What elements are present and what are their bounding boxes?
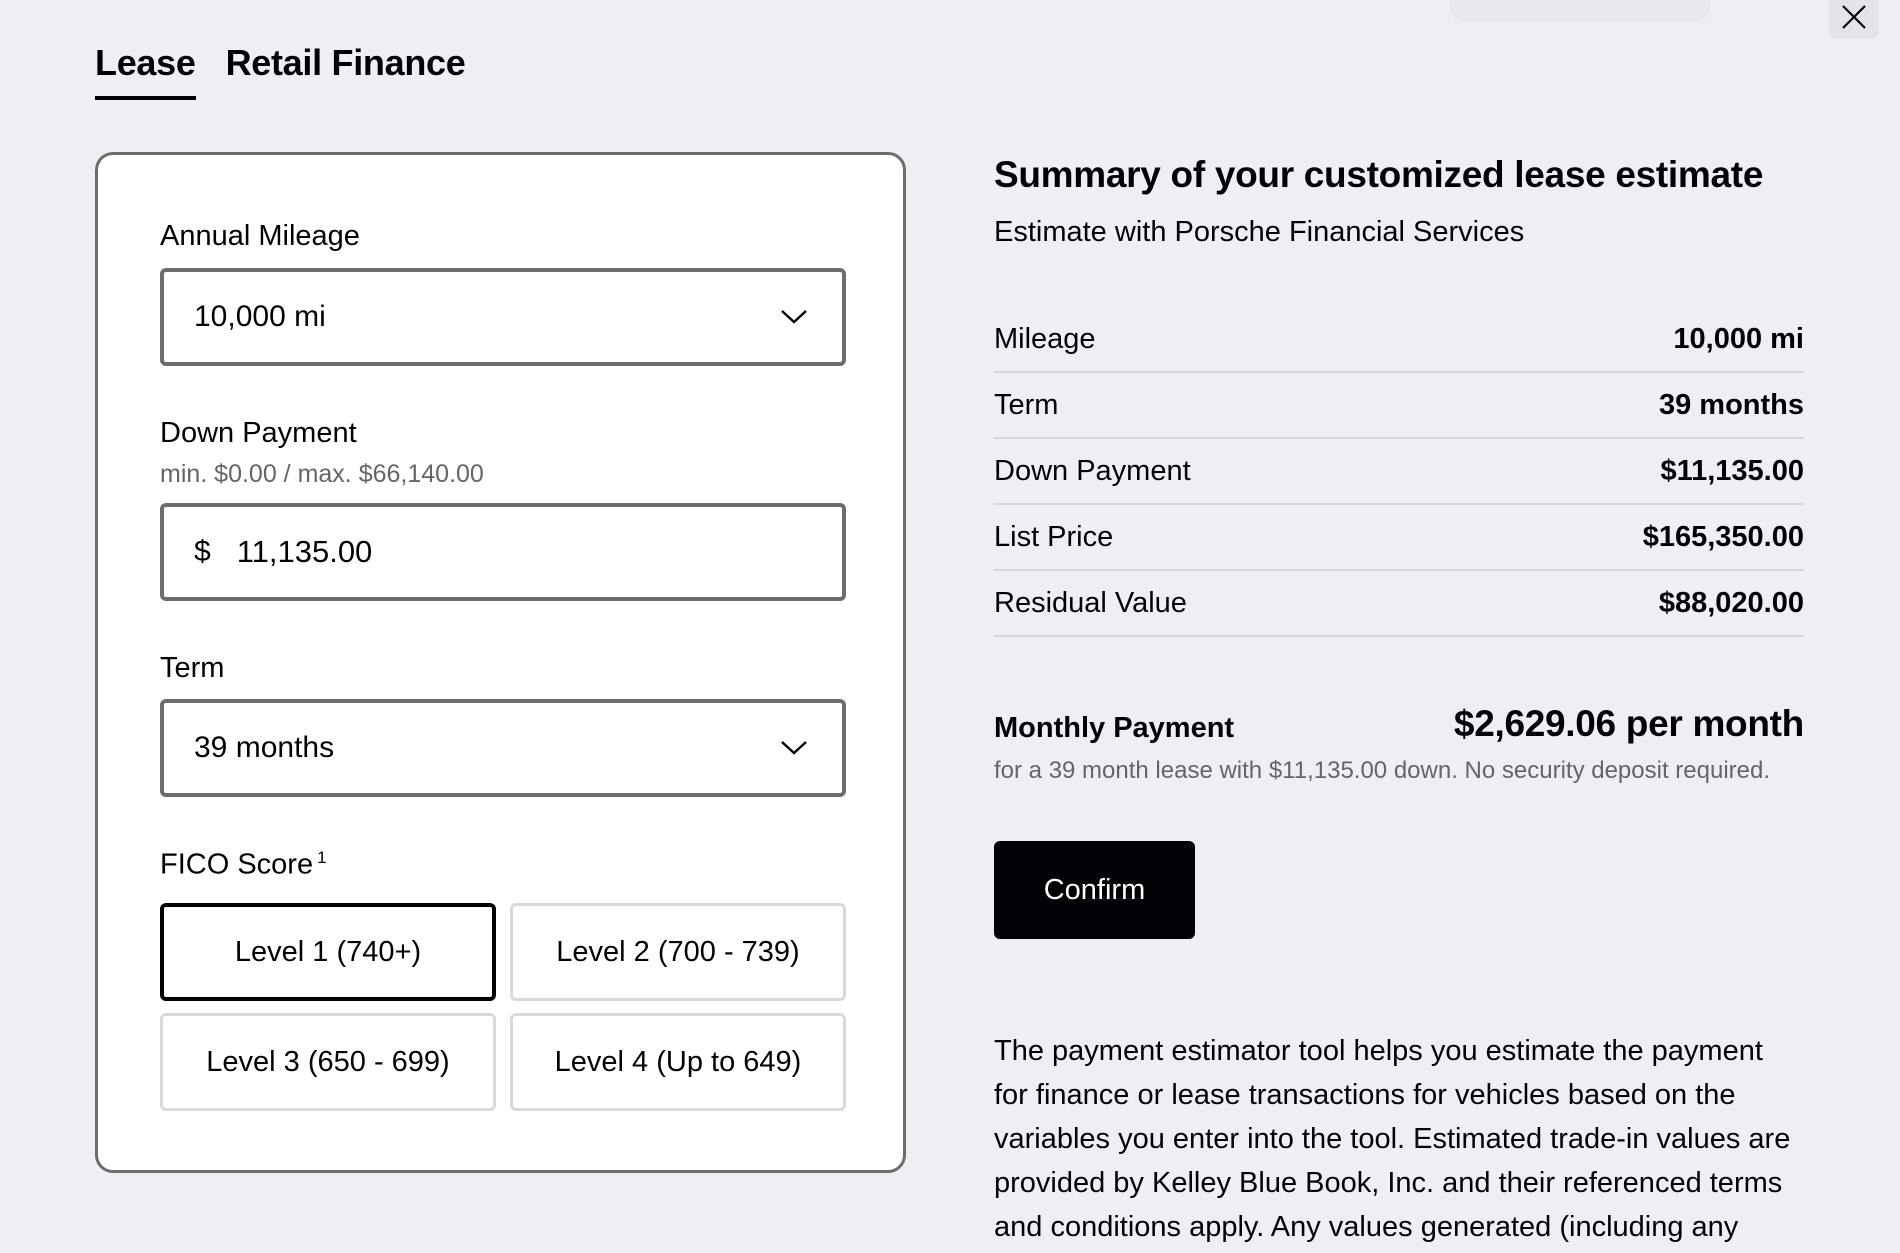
fico-level-4-button[interactable]: Level 4 (Up to 649): [510, 1013, 846, 1111]
close-icon: [1840, 3, 1868, 36]
summary-row-label: Term: [994, 388, 1059, 421]
summary-row-mileage: Mileage 10,000 mi: [994, 307, 1804, 373]
tab-bar: Lease Retail Finance: [95, 42, 466, 100]
summary-table: Mileage 10,000 mi Term 39 months Down Pa…: [994, 307, 1804, 637]
tab-retail-finance[interactable]: Retail Finance: [226, 42, 466, 100]
fico-label-text: FICO Score: [160, 848, 314, 881]
lease-summary: Summary of your customized lease estimat…: [994, 152, 1804, 1253]
fico-level-2-button[interactable]: Level 2 (700 - 739): [510, 903, 846, 1001]
summary-row-value: $11,135.00: [1660, 454, 1804, 487]
summary-row-value: $88,020.00: [1658, 586, 1804, 619]
fico-level-3-button[interactable]: Level 3 (650 - 699): [160, 1013, 496, 1111]
close-button[interactable]: [1829, 0, 1879, 39]
summary-row-residual-value: Residual Value $88,020.00: [994, 571, 1804, 637]
disclaimer-text: The payment estimator tool helps you est…: [994, 1035, 1791, 1243]
summary-row-label: Down Payment: [994, 454, 1191, 487]
chevron-down-icon: [780, 309, 808, 325]
header-fragment: [1450, 0, 1710, 22]
down-payment-label: Down Payment: [160, 417, 357, 449]
monthly-payment-value: $2,629.06 per month: [1453, 703, 1804, 744]
tab-lease[interactable]: Lease: [95, 42, 196, 100]
summary-row-list-price: List Price $165,350.00: [994, 505, 1804, 571]
fico-level-1-button[interactable]: Level 1 (740+): [160, 903, 496, 1001]
mileage-select-value: 10,000 mi: [194, 300, 326, 333]
term-select[interactable]: 39 months: [160, 699, 846, 797]
summary-row-value: $165,350.00: [1642, 520, 1804, 553]
term-select-value: 39 months: [194, 731, 335, 764]
summary-row-term: Term 39 months: [994, 373, 1804, 439]
fico-label: FICO Score 1: [160, 848, 327, 882]
chevron-down-icon: [780, 740, 808, 756]
fico-options: Level 1 (740+) Level 2 (700 - 739) Level…: [160, 903, 846, 1111]
fico-footnote[interactable]: 1: [317, 848, 326, 867]
confirm-button[interactable]: Confirm: [994, 841, 1195, 939]
monthly-payment-note: for a 39 month lease with $11,135.00 dow…: [994, 757, 1771, 784]
summary-row-down-payment: Down Payment $11,135.00: [994, 439, 1804, 505]
mileage-select[interactable]: 10,000 mi: [160, 268, 846, 366]
down-payment-hint: min. $0.00 / max. $66,140.00: [160, 460, 484, 488]
summary-row-value: 39 months: [1658, 388, 1804, 421]
summary-title: Summary of your customized lease estimat…: [994, 154, 1764, 195]
summary-row-label: Mileage: [994, 322, 1096, 355]
mileage-label: Annual Mileage: [160, 220, 360, 252]
down-payment-field[interactable]: $: [160, 503, 846, 601]
summary-row-label: Residual Value: [994, 586, 1187, 619]
currency-prefix: $: [194, 535, 211, 568]
summary-row-value: 10,000 mi: [1673, 322, 1804, 355]
summary-subtitle: Estimate with Porsche Financial Services: [994, 216, 1525, 248]
monthly-payment: Monthly Payment $2,629.06 per month: [994, 703, 1804, 745]
summary-row-label: List Price: [994, 520, 1114, 553]
monthly-payment-label: Monthly Payment: [994, 712, 1235, 744]
down-payment-input[interactable]: [236, 534, 797, 570]
lease-form-card: Annual Mileage 10,000 mi Down Payment mi…: [95, 152, 906, 1173]
term-label: Term: [160, 652, 225, 684]
lease-estimator-page: Lease Retail Finance Annual Mileage 10,0…: [0, 0, 1900, 1253]
